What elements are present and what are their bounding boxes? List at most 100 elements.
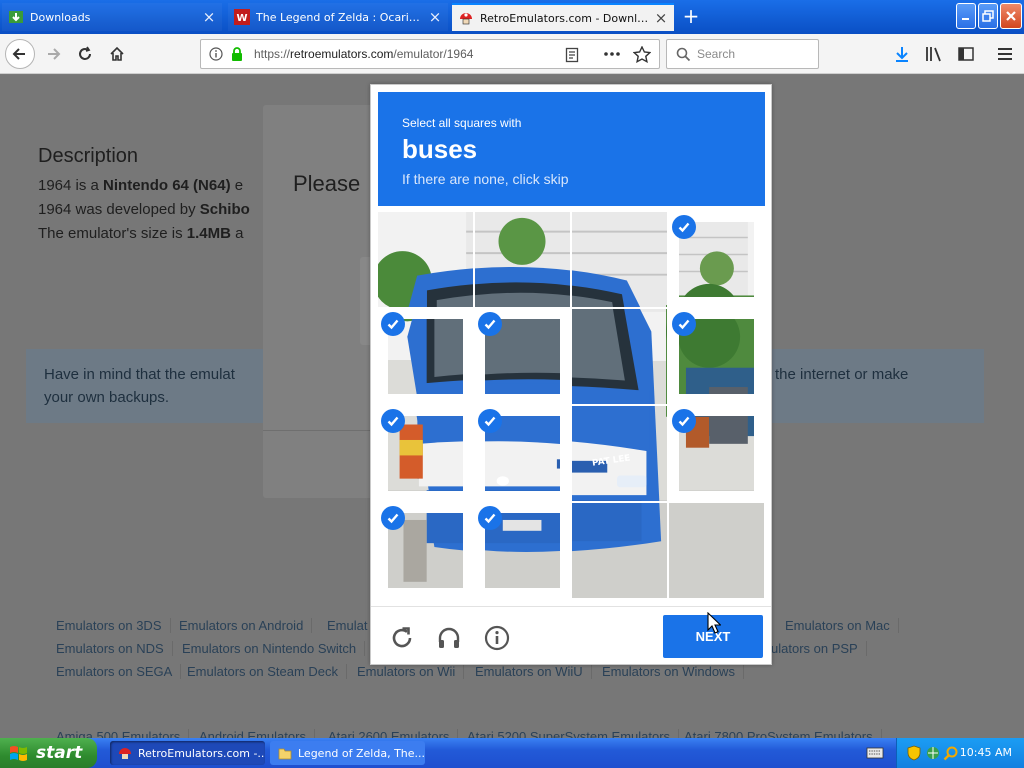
new-tab-button[interactable]: + (680, 5, 702, 27)
captcha-tile-selected[interactable]: PAT LEE (475, 503, 570, 598)
back-button[interactable] (5, 39, 35, 69)
lock-icon[interactable] (230, 46, 244, 62)
footer-link[interactable]: Atari 2600 Emulators (328, 729, 459, 738)
tab-zelda[interactable]: W The Legend of Zelda : Ocarina of Time … (228, 3, 448, 31)
home-button[interactable] (102, 39, 132, 69)
captcha-tile[interactable]: PAT LEE (572, 309, 667, 404)
captcha-tile-selected[interactable]: PAT LEE (378, 503, 473, 598)
footer-link[interactable]: Emulators on SEGA (56, 664, 182, 679)
info-button[interactable] (483, 624, 511, 652)
reload-button[interactable] (70, 39, 100, 69)
menu-button[interactable] (990, 39, 1020, 69)
svg-text:W: W (236, 13, 247, 24)
footer-link[interactable]: Amiga 500 Emulators (56, 729, 190, 738)
audio-challenge-button[interactable] (435, 624, 463, 652)
footer-link[interactable]: Emulators on Steam Deck (187, 664, 348, 679)
task-label: Legend of Zelda, The... (298, 746, 425, 760)
restore-button[interactable] (978, 3, 998, 29)
start-button[interactable]: start (0, 738, 97, 768)
close-icon[interactable]: × (428, 10, 442, 25)
footer-link[interactable]: Atari 7800 ProSystem Emulators (684, 729, 882, 738)
taskbar-item-zelda[interactable]: Legend of Zelda, The... (270, 741, 425, 765)
captcha-tile[interactable]: PAT LEE (572, 503, 667, 598)
tab-downloads[interactable]: Downloads × (2, 3, 222, 31)
footer-link[interactable]: Emulators on 3DS (56, 618, 171, 633)
library-button[interactable] (919, 39, 949, 69)
mushroom-icon (119, 748, 131, 759)
captcha-tile-selected[interactable]: PAT LEE (475, 309, 570, 404)
notice-text: Have in mind that the emulat (44, 366, 235, 383)
footer-link[interactable]: Emulators on WiiU (475, 664, 592, 679)
headphones-icon (438, 627, 460, 648)
tab-title: The Legend of Zelda : Ocarina of Time (256, 10, 424, 24)
bookmark-star-icon[interactable] (633, 46, 651, 63)
footer-link[interactable]: Emulators on Android (179, 618, 313, 633)
captcha-tile-selected[interactable]: PAT LEE (669, 309, 764, 404)
forward-button[interactable] (38, 39, 68, 69)
minimize-button[interactable] (956, 3, 976, 29)
captcha-tile-selected[interactable]: PAT LEE (669, 212, 764, 307)
checkmark-icon (672, 312, 696, 336)
captcha-tile-selected[interactable]: PAT LEE (669, 406, 764, 501)
captcha-header: Select all squares with buses If there a… (378, 92, 765, 206)
clock: 10:45 AM (959, 746, 1012, 759)
search-placeholder: Search (697, 47, 736, 61)
windows-logo-icon (10, 746, 27, 761)
close-window-button[interactable] (1000, 3, 1022, 29)
mushroom-icon (458, 10, 474, 26)
sidebar-button[interactable] (951, 39, 981, 69)
more-actions-icon[interactable] (603, 50, 621, 58)
footer-link[interactable]: Emulators on Mac (785, 618, 899, 633)
search-icon (676, 47, 691, 62)
close-icon[interactable]: × (202, 10, 216, 25)
tab-retroemulators[interactable]: RetroEmulators.com - Download 1964 × (452, 3, 674, 31)
footer-link[interactable]: Emulators on Nintendo Switch (182, 641, 366, 656)
description-line: The emulator's size is 1.4MB a (38, 225, 243, 242)
home-icon (110, 46, 124, 61)
line-text: a (230, 225, 244, 242)
checkmark-icon (672, 215, 696, 239)
close-icon[interactable]: × (654, 11, 668, 26)
notice-text: the internet or make (775, 366, 909, 383)
security-shield-icon[interactable] (907, 745, 921, 761)
folder-icon (278, 748, 292, 760)
search-bar[interactable]: Search (666, 39, 819, 69)
description-line: 1964 is a Nintendo 64 (N64) e (38, 177, 243, 194)
captcha-tile[interactable]: PAT LEE (378, 212, 473, 307)
footer-link[interactable]: Emulators on NDS (56, 641, 173, 656)
captcha-tile-selected[interactable]: PAT LEE (378, 406, 473, 501)
description-heading: Description (38, 145, 139, 167)
captcha-tile-selected[interactable]: PAT LEE (378, 309, 473, 404)
footer-link[interactable]: Emulators on Wii (357, 664, 465, 679)
captcha-tile[interactable]: PAT LEE (669, 503, 764, 598)
keyboard-icon[interactable] (866, 746, 884, 760)
dialog-title: Please (293, 171, 361, 196)
checkmark-icon (478, 409, 502, 433)
tile-image: PAT LEE (669, 503, 764, 598)
reader-view-icon[interactable] (565, 47, 579, 63)
line-bold: 1.4MB (186, 225, 231, 242)
url-text[interactable]: https://retroemulators.com/emulator/1964 (254, 47, 473, 61)
notice-text: your own backups. (44, 389, 170, 406)
captcha-challenge: Select all squares with buses If there a… (370, 84, 772, 665)
line-bold: Schibo (199, 201, 250, 218)
captcha-tile-selected[interactable]: PAT LEE (475, 406, 570, 501)
captcha-tile[interactable]: PAT LEE (475, 212, 570, 307)
footer-link[interactable]: Android Emulators (199, 729, 315, 738)
captcha-tile[interactable]: PAT LEE (572, 212, 667, 307)
library-icon (926, 47, 941, 62)
network-icon[interactable] (925, 745, 941, 761)
captcha-tile[interactable]: PAT LEE (572, 406, 667, 501)
footer-link[interactable]: Emulators on Windows (602, 664, 744, 679)
search-icon[interactable] (943, 745, 959, 761)
reload-challenge-button[interactable] (388, 624, 416, 652)
tab-title: Downloads (30, 10, 91, 24)
downloads-button[interactable] (887, 39, 917, 69)
taskbar-item-retroemulators[interactable]: RetroEmulators.com -... (110, 741, 265, 765)
line-text: The emulator's size is (38, 225, 187, 242)
address-bar[interactable]: https://retroemulators.com/emulator/1964 (200, 39, 660, 69)
footer-link[interactable]: Atari 5200 SuperSystem Emulators (467, 729, 680, 738)
footer-link[interactable]: ulators on PSP (771, 641, 867, 656)
sidebar-icon (958, 47, 974, 61)
info-icon[interactable] (209, 47, 223, 61)
